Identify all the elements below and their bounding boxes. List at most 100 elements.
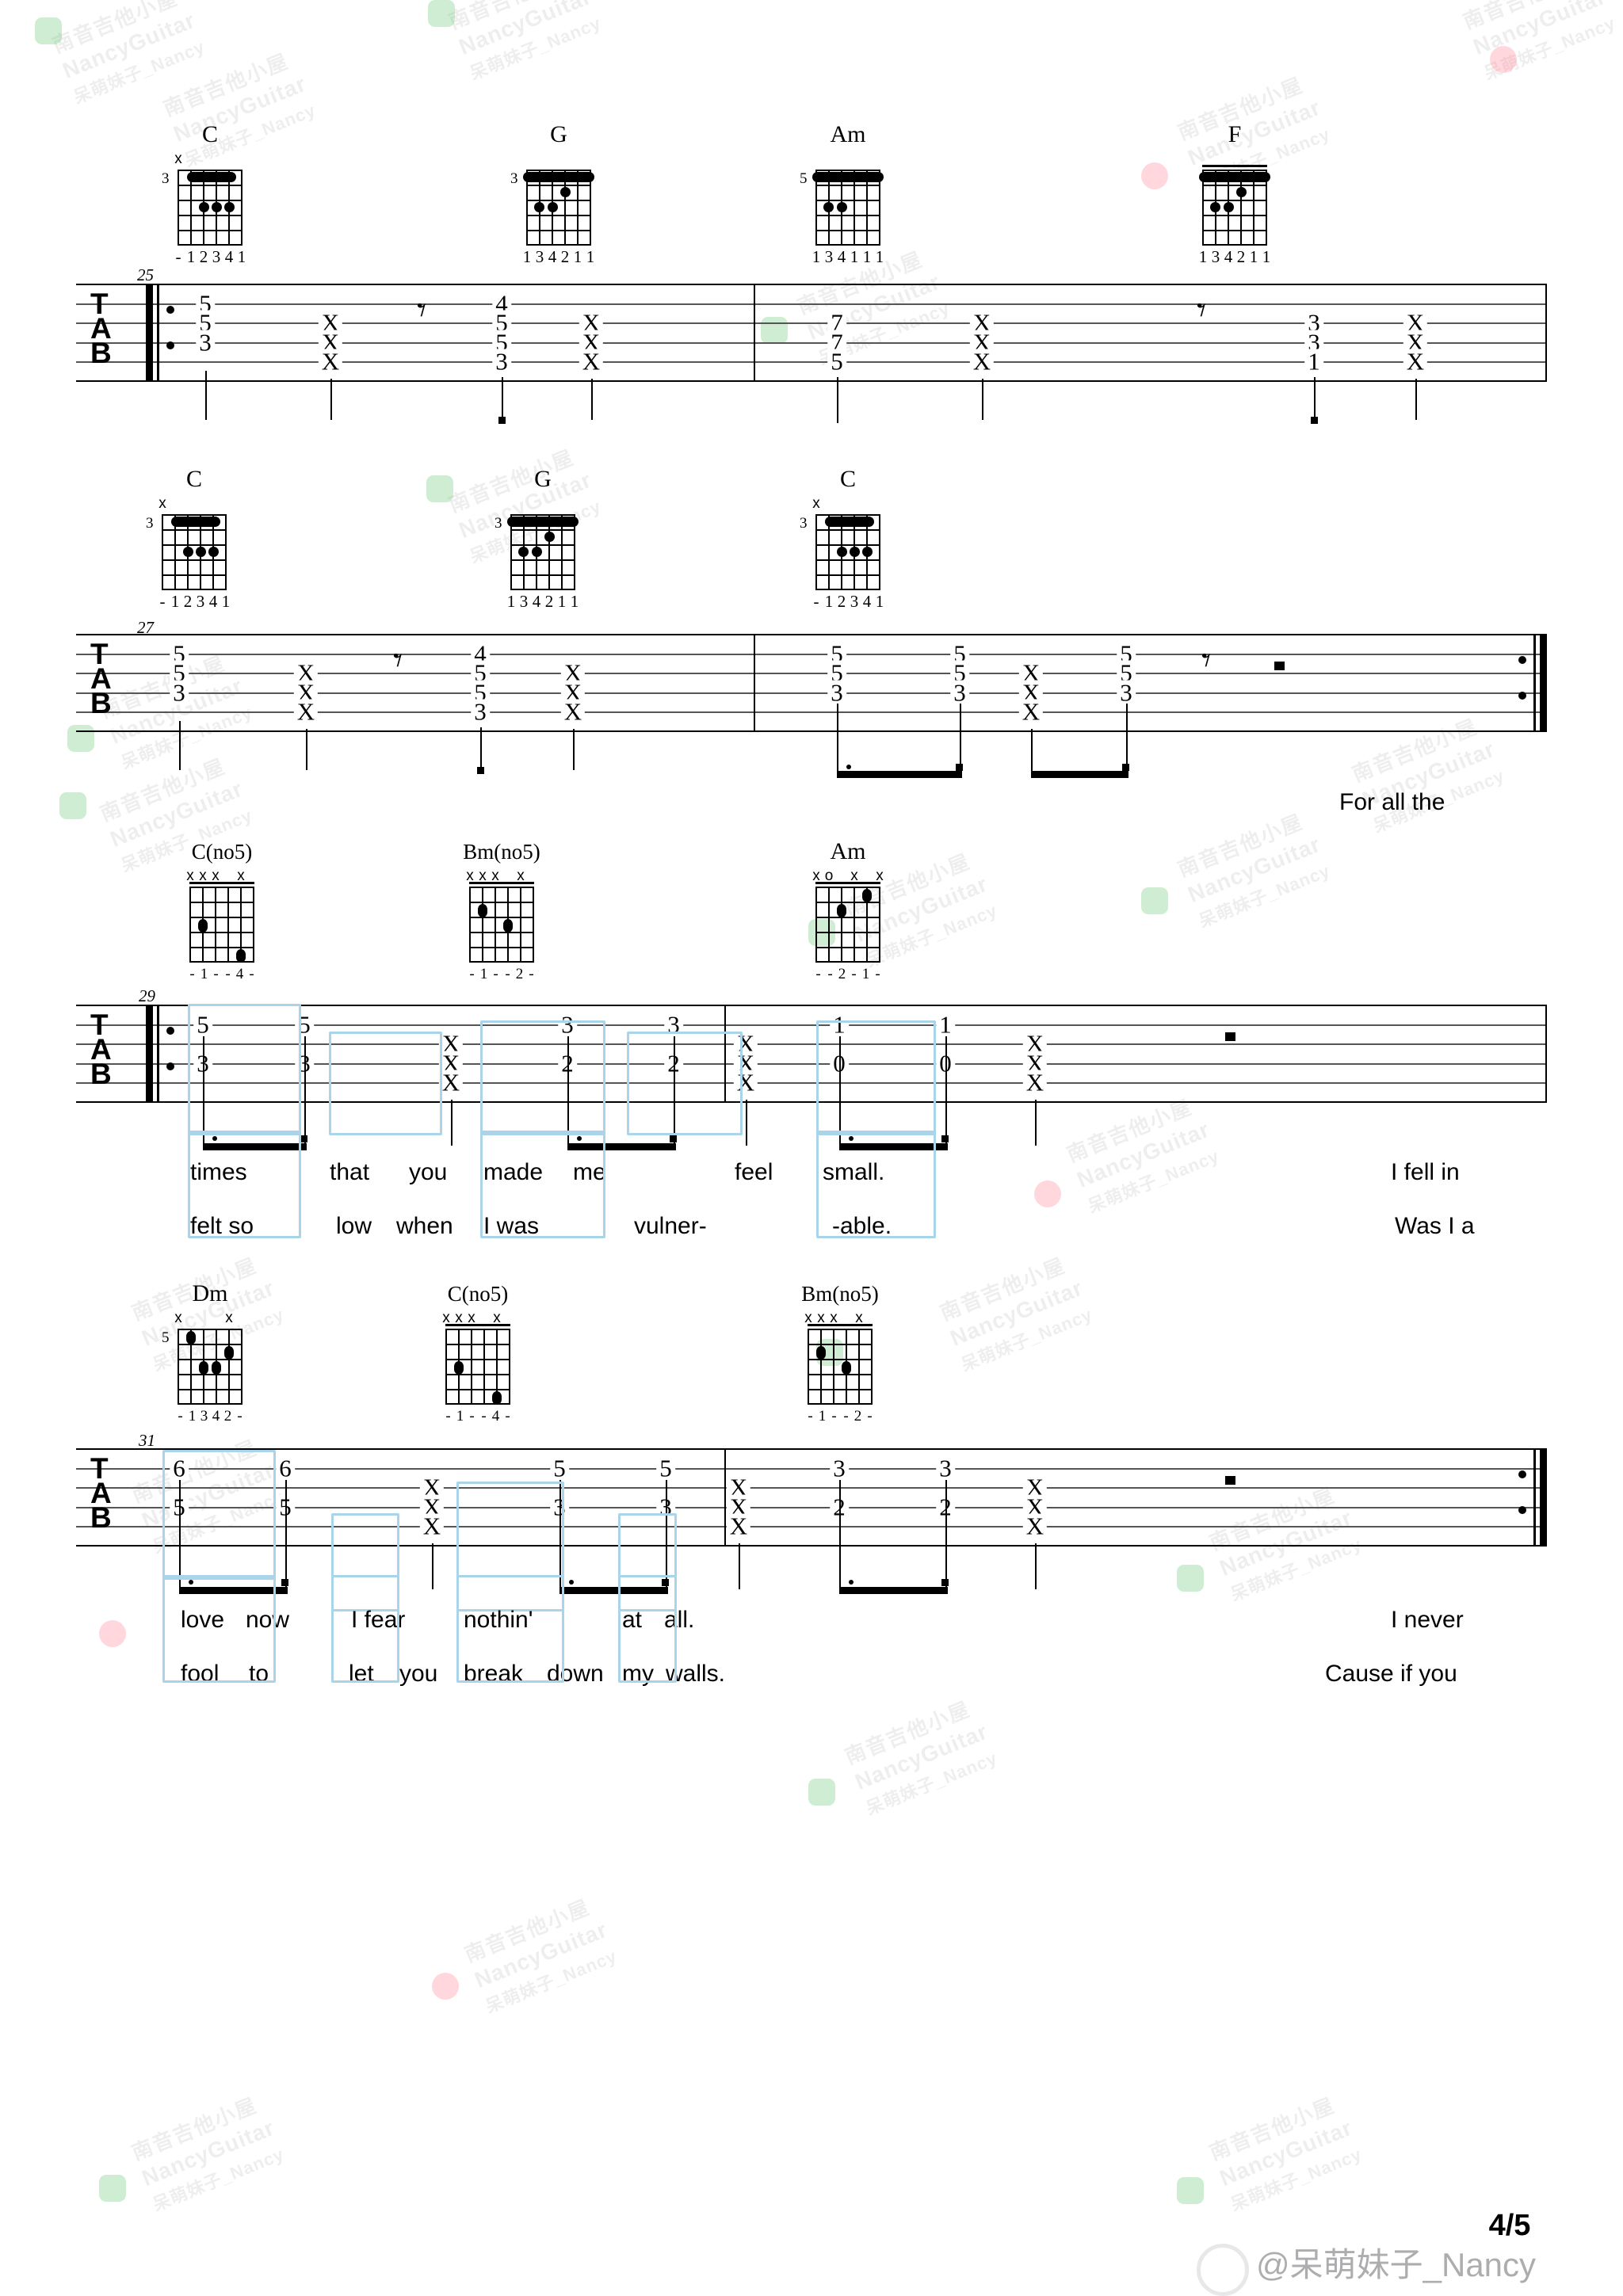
watermark: 南音吉他小屋NancyGuitar呆萌妹子_Nancy: [936, 1253, 1096, 1375]
tab-mute: X: [1018, 699, 1044, 724]
chord-barre: [812, 172, 884, 182]
tab-mute: X: [419, 1513, 445, 1539]
chord-base-fret: 5: [162, 1329, 170, 1346]
watermark: 南音吉他小屋NancyGuitar呆萌妹子_Nancy: [445, 0, 605, 84]
chord-fingering: 134111: [812, 247, 884, 266]
barline: [724, 1448, 726, 1545]
tab-note: 5: [295, 1012, 314, 1037]
chord-base-fret: 3: [146, 515, 154, 532]
tab-clef: TAB: [90, 638, 112, 719]
tab-mute: X: [438, 1070, 464, 1095]
tab-mute: X: [733, 1070, 758, 1095]
tab-mute: X: [726, 1513, 751, 1539]
chord-fingering: -1342-: [178, 1408, 242, 1425]
lyric-word: I was: [483, 1213, 540, 1239]
tab-note: 3: [492, 349, 511, 374]
chord-fingering: --2-1-: [815, 966, 880, 982]
repeat-start-barline: [146, 284, 174, 380]
lyric-word: I fear: [351, 1607, 406, 1633]
tablature-sheet: 南音吉他小屋NancyGuitar呆萌妹子_Nancy 南音吉他小屋NancyG…: [0, 0, 1623, 2296]
chord-fingering: -1--4-: [445, 1408, 510, 1425]
rest-square: [1225, 1032, 1235, 1041]
chord-grid: 3: [162, 170, 243, 246]
chord-name: Am: [830, 121, 866, 147]
measure-number: 31: [139, 1431, 155, 1450]
watermark-badge: [428, 0, 455, 27]
tab-note: 5: [656, 1455, 675, 1481]
tab-note: 3: [471, 699, 490, 724]
lyric-word: now: [246, 1607, 290, 1633]
eighth-rest: 𝄾: [1201, 640, 1212, 681]
chord-diagram-dm: Dm xx 5 -1342-: [162, 1282, 258, 1425]
chord-fingering: -12341: [175, 247, 246, 266]
watermark-badge: [432, 1973, 459, 2000]
watermark: 南音吉他小屋NancyGuitar呆萌妹子_Nancy: [1460, 0, 1619, 84]
chord-grid: [808, 1324, 873, 1405]
chord-name: Am: [830, 838, 866, 864]
chord-name: C: [839, 466, 856, 492]
tab-note: 3: [1117, 680, 1136, 705]
chord-name: G: [534, 466, 552, 492]
chord-diagram-g-2: G 3 134211: [495, 467, 590, 610]
barline: [754, 634, 755, 730]
chord-diagram-c-3: C x 3 -12341: [800, 467, 896, 610]
chord-diagram-cno5: C(no5) xxxx -1--4-: [162, 840, 281, 982]
chord-barre: [825, 517, 874, 527]
lyric-word: you: [409, 1159, 448, 1185]
chord-diagram-bmno5: Bm(no5) xxxx -1--2-: [442, 840, 561, 982]
chord-name: F: [1228, 121, 1242, 147]
chord-markers: x: [158, 495, 166, 512]
chord-base-fret: 3: [162, 170, 170, 187]
page-number: 4/5: [1488, 2209, 1531, 2242]
barline: [754, 284, 755, 380]
tab-note: 3: [558, 1012, 577, 1037]
tab-mute: X: [1403, 349, 1428, 374]
chord-fingering: 134211: [522, 247, 595, 266]
lyric-word: felt so: [190, 1213, 254, 1239]
chord-grid: [815, 882, 881, 963]
chord-base-fret: 5: [800, 170, 808, 187]
lyric-word: break: [464, 1661, 524, 1687]
lyric-word: I never: [1391, 1607, 1464, 1633]
watermark-badge: [99, 2175, 126, 2202]
chord-grid: 3: [800, 514, 881, 591]
credit-text: @呆萌妹子_Nancy: [1256, 2246, 1537, 2283]
watermark: 南音吉他小屋NancyGuitar呆萌妹子_Nancy: [841, 1696, 1001, 1819]
tab-note: 3: [936, 1455, 955, 1481]
chord-name: C(no5): [191, 840, 253, 864]
chord-name: G: [550, 121, 567, 147]
pickup-lyric: For all the: [1339, 789, 1445, 815]
watermark-badge: [35, 17, 62, 44]
repeat-start-barline: [146, 1005, 174, 1101]
eighth-rest: 𝄾: [417, 290, 427, 330]
chord-barre: [1199, 172, 1270, 182]
tab-note: 5: [550, 1455, 569, 1481]
chord-barre: [187, 172, 236, 182]
watermark-badge: [1177, 1565, 1204, 1592]
lyric-word: small.: [823, 1159, 885, 1185]
lyric-word: walls.: [666, 1661, 726, 1687]
lyric-word: low: [336, 1213, 372, 1239]
measure-number: 25: [137, 265, 154, 284]
lyric-word: Cause if you: [1325, 1661, 1457, 1687]
chord-grid: [1199, 165, 1270, 246]
lyric-word: -able.: [832, 1213, 892, 1239]
lyric-word: when: [396, 1213, 453, 1239]
eighth-rest: 𝄾: [1197, 290, 1207, 330]
watermark-badge: [1034, 1180, 1061, 1207]
watermark-badge: [1177, 2177, 1204, 2204]
barline: [724, 1005, 726, 1101]
chord-name: C(no5): [447, 1282, 509, 1306]
chord-grid: 3: [495, 514, 579, 591]
chord-grid: 3: [510, 170, 594, 246]
tab-clef: TAB: [90, 288, 112, 369]
lyric-word: fool: [181, 1661, 220, 1687]
chord-fingering: -1--2-: [469, 966, 534, 982]
chord-fingering: -1--2-: [808, 1408, 873, 1425]
tab-note: 1: [936, 1012, 955, 1037]
tab-note: 3: [827, 680, 846, 705]
tab-staff-2: TAB 5 5 3 X X X 𝄾 4 5 5 3 X X X 5 5 3 5: [76, 634, 1547, 778]
tab-note: 6: [276, 1455, 295, 1481]
chord-grid: [189, 882, 255, 963]
chord-name: C: [201, 121, 218, 147]
